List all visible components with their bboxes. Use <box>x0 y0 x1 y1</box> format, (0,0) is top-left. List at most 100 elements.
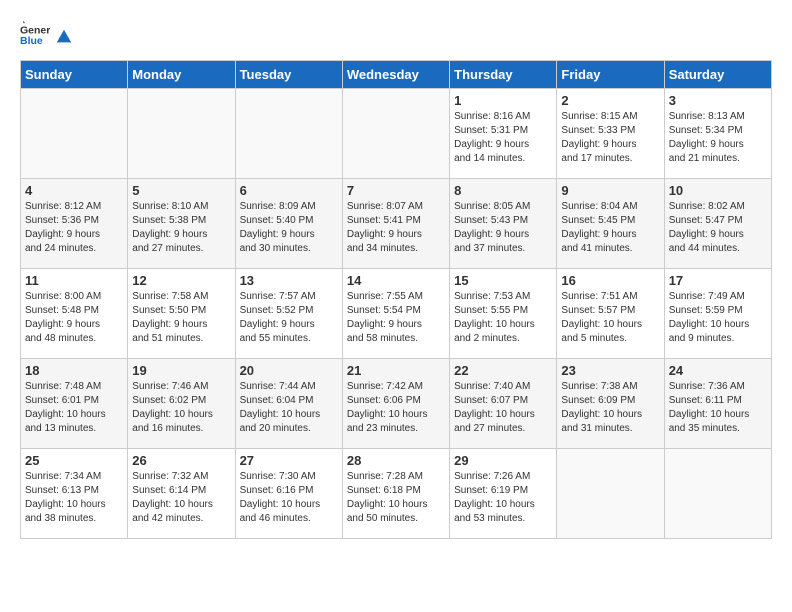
calendar-cell: 12 Sunrise: 7:58 AM Sunset: 5:50 PM Dayli… <box>128 269 235 359</box>
day-info: Sunrise: 8:15 AM Sunset: 5:33 PM Dayligh… <box>561 110 659 166</box>
column-header-thursday: Thursday <box>450 61 557 89</box>
calendar-cell: 18 Sunrise: 7:48 AM Sunset: 6:01 PM Dayli… <box>21 359 128 449</box>
calendar-cell: 4 Sunrise: 8:12 AM Sunset: 5:36 PM Daylig… <box>21 179 128 269</box>
day-number: 2 <box>561 93 659 108</box>
column-header-saturday: Saturday <box>664 61 771 89</box>
day-number: 18 <box>25 363 123 378</box>
column-header-monday: Monday <box>128 61 235 89</box>
calendar-cell: 8 Sunrise: 8:05 AM Sunset: 5:43 PM Daylig… <box>450 179 557 269</box>
day-number: 28 <box>347 453 445 468</box>
day-number: 24 <box>669 363 767 378</box>
calendar-cell <box>342 89 449 179</box>
calendar-table: SundayMondayTuesdayWednesdayThursdayFrid… <box>20 60 772 539</box>
week-row-1: 1 Sunrise: 8:16 AM Sunset: 5:31 PM Daylig… <box>21 89 772 179</box>
calendar-cell: 16 Sunrise: 7:51 AM Sunset: 5:57 PM Dayli… <box>557 269 664 359</box>
day-info: Sunrise: 7:38 AM Sunset: 6:09 PM Dayligh… <box>561 380 659 436</box>
day-number: 8 <box>454 183 552 198</box>
day-number: 9 <box>561 183 659 198</box>
calendar-cell: 22 Sunrise: 7:40 AM Sunset: 6:07 PM Dayli… <box>450 359 557 449</box>
day-number: 23 <box>561 363 659 378</box>
week-row-2: 4 Sunrise: 8:12 AM Sunset: 5:36 PM Daylig… <box>21 179 772 269</box>
day-number: 5 <box>132 183 230 198</box>
logo-icon: General Blue <box>20 20 50 50</box>
column-header-friday: Friday <box>557 61 664 89</box>
week-row-5: 25 Sunrise: 7:34 AM Sunset: 6:13 PM Dayli… <box>21 449 772 539</box>
day-info: Sunrise: 8:04 AM Sunset: 5:45 PM Dayligh… <box>561 200 659 256</box>
day-info: Sunrise: 8:13 AM Sunset: 5:34 PM Dayligh… <box>669 110 767 166</box>
day-info: Sunrise: 7:48 AM Sunset: 6:01 PM Dayligh… <box>25 380 123 436</box>
day-info: Sunrise: 7:55 AM Sunset: 5:54 PM Dayligh… <box>347 290 445 346</box>
day-info: Sunrise: 7:42 AM Sunset: 6:06 PM Dayligh… <box>347 380 445 436</box>
calendar-cell: 3 Sunrise: 8:13 AM Sunset: 5:34 PM Daylig… <box>664 89 771 179</box>
calendar-cell: 13Sunrise: 7:57 AM Sunset: 5:52 PM Dayli… <box>235 269 342 359</box>
day-number: 11 <box>25 273 123 288</box>
header-row: SundayMondayTuesdayWednesdayThursdayFrid… <box>21 61 772 89</box>
calendar-cell: 2 Sunrise: 8:15 AM Sunset: 5:33 PM Daylig… <box>557 89 664 179</box>
day-number: 22 <box>454 363 552 378</box>
day-info: Sunrise: 8:05 AM Sunset: 5:43 PM Dayligh… <box>454 200 552 256</box>
day-info: Sunrise: 8:12 AM Sunset: 5:36 PM Dayligh… <box>25 200 123 256</box>
calendar-cell: 6Sunrise: 8:09 AM Sunset: 5:40 PM Daylig… <box>235 179 342 269</box>
day-number: 17 <box>669 273 767 288</box>
day-info: Sunrise: 7:40 AM Sunset: 6:07 PM Dayligh… <box>454 380 552 436</box>
day-number: 25 <box>25 453 123 468</box>
day-number: 10 <box>669 183 767 198</box>
day-number: 21 <box>347 363 445 378</box>
day-info: Sunrise: 8:00 AM Sunset: 5:48 PM Dayligh… <box>25 290 123 346</box>
day-info: Sunrise: 7:46 AM Sunset: 6:02 PM Dayligh… <box>132 380 230 436</box>
calendar-cell: 25 Sunrise: 7:34 AM Sunset: 6:13 PM Dayli… <box>21 449 128 539</box>
day-info: Sunrise: 8:02 AM Sunset: 5:47 PM Dayligh… <box>669 200 767 256</box>
calendar-cell: 24 Sunrise: 7:36 AM Sunset: 6:11 PM Dayli… <box>664 359 771 449</box>
calendar-cell: 21 Sunrise: 7:42 AM Sunset: 6:06 PM Dayli… <box>342 359 449 449</box>
calendar-cell: 27 Sunrise: 7:30 AM Sunset: 6:16 PM Dayli… <box>235 449 342 539</box>
day-number: 29 <box>454 453 552 468</box>
day-info: Sunrise: 7:49 AM Sunset: 5:59 PM Dayligh… <box>669 290 767 346</box>
day-number: 7 <box>347 183 445 198</box>
day-number: 20 <box>240 363 338 378</box>
day-info: Sunrise: 7:32 AM Sunset: 6:14 PM Dayligh… <box>132 470 230 526</box>
svg-text:Blue: Blue <box>20 35 43 47</box>
calendar-cell: 5Sunrise: 8:10 AM Sunset: 5:38 PM Daylig… <box>128 179 235 269</box>
column-header-wednesday: Wednesday <box>342 61 449 89</box>
calendar-cell: 28 Sunrise: 7:28 AM Sunset: 6:18 PM Dayli… <box>342 449 449 539</box>
calendar-cell: 10 Sunrise: 8:02 AM Sunset: 5:47 PM Dayli… <box>664 179 771 269</box>
calendar-cell: 29Sunrise: 7:26 AM Sunset: 6:19 PM Dayli… <box>450 449 557 539</box>
day-info: Sunrise: 7:51 AM Sunset: 5:57 PM Dayligh… <box>561 290 659 346</box>
day-number: 13 <box>240 273 338 288</box>
calendar-cell: 20Sunrise: 7:44 AM Sunset: 6:04 PM Dayli… <box>235 359 342 449</box>
calendar-cell: 11 Sunrise: 8:00 AM Sunset: 5:48 PM Dayli… <box>21 269 128 359</box>
calendar-cell <box>235 89 342 179</box>
calendar-cell: 26Sunrise: 7:32 AM Sunset: 6:14 PM Dayli… <box>128 449 235 539</box>
day-number: 15 <box>454 273 552 288</box>
day-number: 6 <box>240 183 338 198</box>
week-row-3: 11 Sunrise: 8:00 AM Sunset: 5:48 PM Dayli… <box>21 269 772 359</box>
day-number: 14 <box>347 273 445 288</box>
calendar-cell: 23 Sunrise: 7:38 AM Sunset: 6:09 PM Dayli… <box>557 359 664 449</box>
column-header-sunday: Sunday <box>21 61 128 89</box>
day-info: Sunrise: 7:53 AM Sunset: 5:55 PM Dayligh… <box>454 290 552 346</box>
logo-triangle-icon <box>55 28 73 46</box>
day-info: Sunrise: 7:36 AM Sunset: 6:11 PM Dayligh… <box>669 380 767 436</box>
calendar-cell <box>664 449 771 539</box>
day-info: Sunrise: 7:30 AM Sunset: 6:16 PM Dayligh… <box>240 470 338 526</box>
column-header-tuesday: Tuesday <box>235 61 342 89</box>
calendar-cell <box>128 89 235 179</box>
calendar-cell <box>557 449 664 539</box>
day-info: Sunrise: 7:58 AM Sunset: 5:50 PM Dayligh… <box>132 290 230 346</box>
calendar-cell: 14 Sunrise: 7:55 AM Sunset: 5:54 PM Dayli… <box>342 269 449 359</box>
day-number: 1 <box>454 93 552 108</box>
day-number: 27 <box>240 453 338 468</box>
day-number: 12 <box>132 273 230 288</box>
calendar-cell: 7 Sunrise: 8:07 AM Sunset: 5:41 PM Daylig… <box>342 179 449 269</box>
calendar-cell: 17 Sunrise: 7:49 AM Sunset: 5:59 PM Dayli… <box>664 269 771 359</box>
day-number: 4 <box>25 183 123 198</box>
calendar-cell: 1 Sunrise: 8:16 AM Sunset: 5:31 PM Daylig… <box>450 89 557 179</box>
calendar-cell: 15 Sunrise: 7:53 AM Sunset: 5:55 PM Dayli… <box>450 269 557 359</box>
day-number: 16 <box>561 273 659 288</box>
day-info: Sunrise: 8:16 AM Sunset: 5:31 PM Dayligh… <box>454 110 552 166</box>
day-info: Sunrise: 7:28 AM Sunset: 6:18 PM Dayligh… <box>347 470 445 526</box>
day-info: Sunrise: 8:07 AM Sunset: 5:41 PM Dayligh… <box>347 200 445 256</box>
day-info: Sunrise: 7:34 AM Sunset: 6:13 PM Dayligh… <box>25 470 123 526</box>
day-number: 3 <box>669 93 767 108</box>
page-header: General Blue <box>20 20 772 50</box>
